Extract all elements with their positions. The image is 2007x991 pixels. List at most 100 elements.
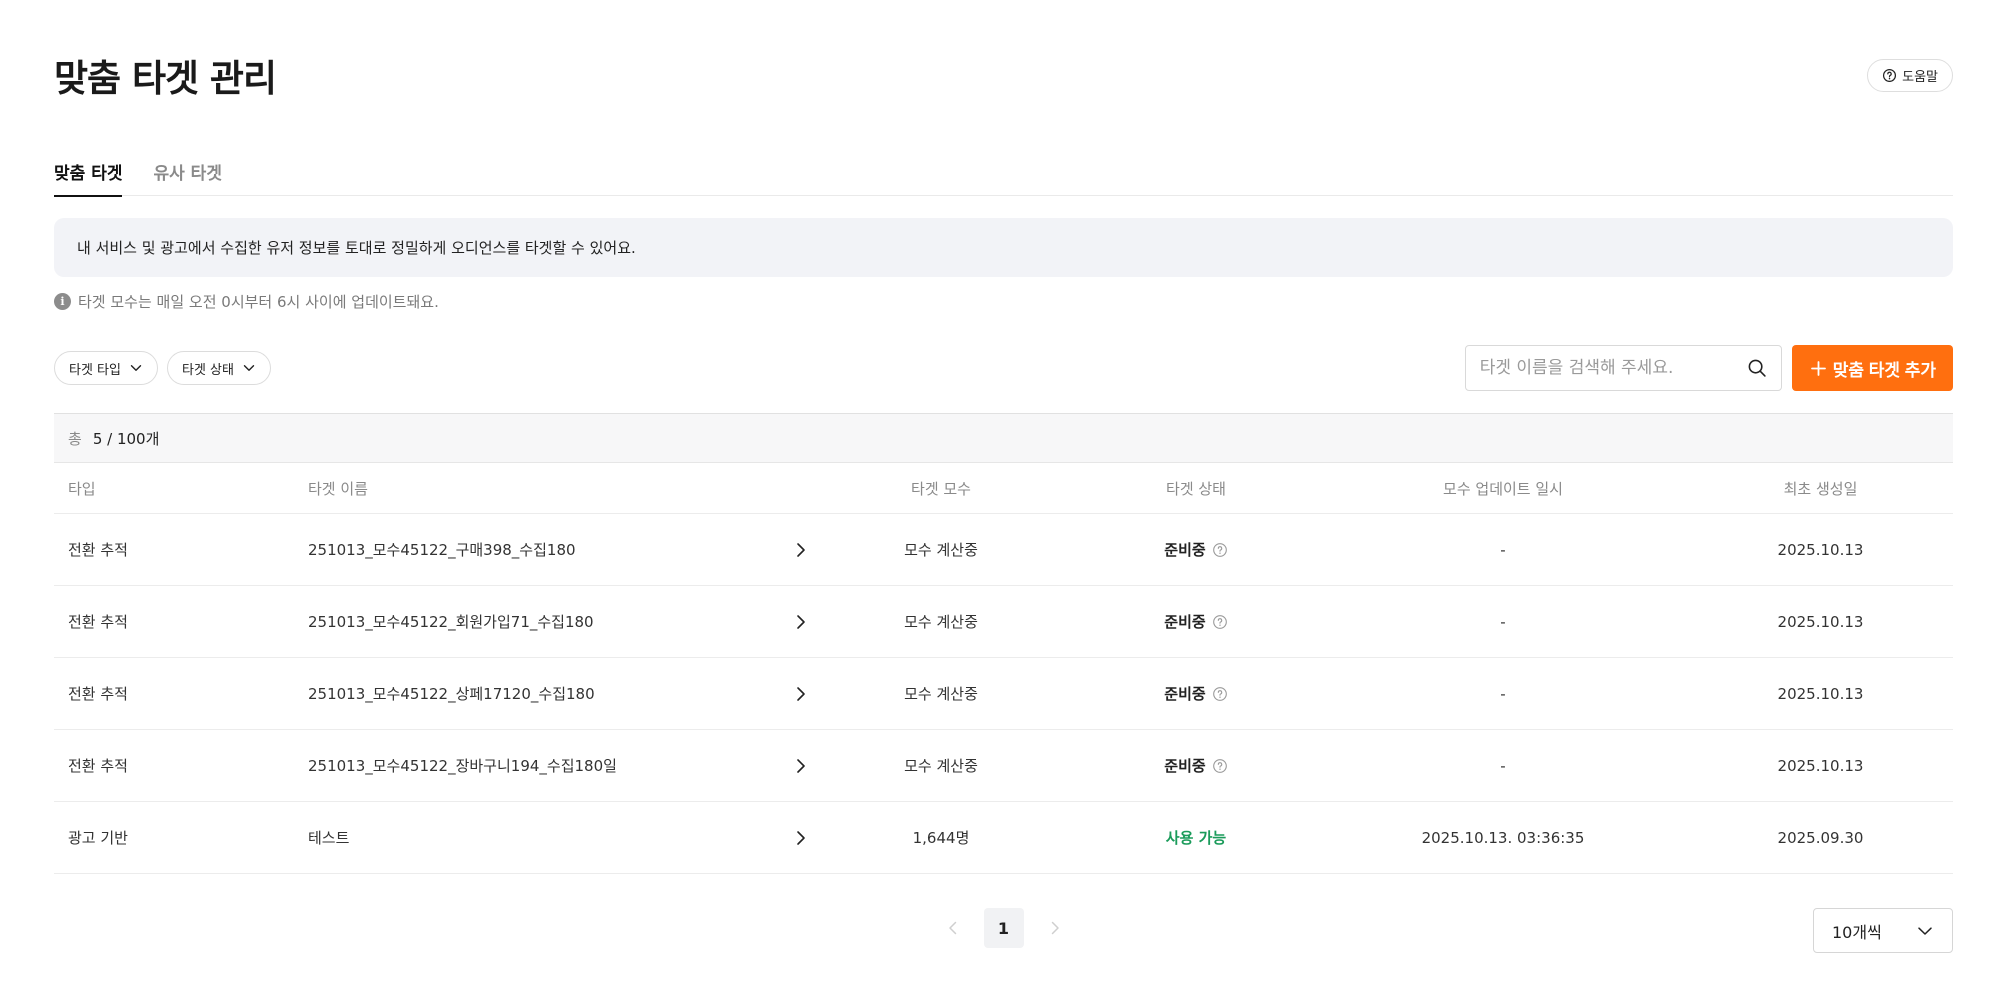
page-size-value: 10개씩 <box>1832 922 1882 942</box>
target-name: 251013_모수45122_장바구니194_수집180일 <box>308 757 617 775</box>
plus-icon <box>1810 360 1826 376</box>
info-line: i 타겟 모수는 매일 오전 0시부터 6시 사이에 업데이트돼요. <box>54 291 439 312</box>
question-circle-icon[interactable] <box>1212 686 1228 702</box>
cell-created: 2025.10.13 <box>1777 540 1864 559</box>
filter-label: 타겟 타입 <box>69 362 121 378</box>
cell-name[interactable]: 251013_모수45122_장바구니194_수집180일 <box>308 755 808 776</box>
cell-type: 광고 기반 <box>68 829 128 847</box>
filter-target-type[interactable]: 타겟 타입 <box>54 351 158 385</box>
count-prefix: 총 <box>68 429 82 448</box>
cell-status: 준비중 <box>1074 611 1318 632</box>
search-input[interactable] <box>1479 358 1747 378</box>
chevron-down-icon <box>130 365 142 371</box>
chevron-down-icon <box>243 365 255 371</box>
cell-updated: - <box>1500 540 1506 559</box>
filter-target-status[interactable]: 타겟 상태 <box>166 351 271 385</box>
cell-status: 준비중 <box>1074 755 1318 776</box>
page-header: 맞춤 타겟 관리 도움말 <box>54 48 1953 102</box>
header-name: 타겟 이름 <box>308 479 368 498</box>
header-updated: 모수 업데이트 일시 <box>1443 479 1563 498</box>
notice-text: 내 서비스 및 광고에서 수집한 유저 정보를 토대로 정밀하게 오디언스를 타… <box>77 239 636 257</box>
cell-updated: - <box>1500 684 1506 703</box>
count-value: 5 / 100개 <box>92 429 160 448</box>
right-tools: 맞춤 타겟 추가 <box>1464 345 1953 391</box>
cell-type: 전환 추적 <box>68 757 128 775</box>
chevron-right-icon[interactable] <box>794 828 808 848</box>
cell-name[interactable]: 테스트 <box>308 827 808 848</box>
cell-size: 모수 계산중 <box>904 685 978 703</box>
status-badge: 준비중 <box>1164 613 1206 631</box>
target-name: 251013_모수45122_상페17120_수집180 <box>308 685 595 703</box>
status-badge: 사용 가능 <box>1165 829 1227 847</box>
table-header-row: 타입 타겟 이름 타겟 모수 타겟 상태 모수 업데이트 일시 최초 생성일 <box>54 463 1953 514</box>
header-size: 타겟 모수 <box>911 479 971 498</box>
table-row[interactable]: 전환 추적 251013_모수45122_회원가입71_수집180 모수 계산중… <box>54 586 1953 658</box>
cell-type: 전환 추적 <box>68 541 128 559</box>
cell-updated: - <box>1500 612 1506 631</box>
cell-size: 모수 계산중 <box>904 757 978 775</box>
filter-group: 타겟 타입 타겟 상태 <box>54 351 271 385</box>
table-row[interactable]: 전환 추적 251013_모수45122_장바구니194_수집180일 모수 계… <box>54 730 1953 802</box>
chevron-right-icon[interactable] <box>794 612 808 632</box>
target-name: 251013_모수45122_회원가입71_수집180 <box>308 613 594 631</box>
table-row[interactable]: 광고 기반 테스트 1,644명 사용 가능 2025.10.13. 03:36… <box>54 802 1953 874</box>
status-badge: 준비중 <box>1164 685 1206 703</box>
cell-status: 준비중 <box>1074 539 1318 560</box>
add-button-label: 맞춤 타겟 추가 <box>1832 360 1936 380</box>
question-circle-icon[interactable] <box>1212 758 1228 774</box>
cell-type: 전환 추적 <box>68 613 128 631</box>
filter-label: 타겟 상태 <box>181 362 234 378</box>
cell-size: 모수 계산중 <box>904 541 978 559</box>
cell-size: 모수 계산중 <box>904 613 978 631</box>
target-name: 251013_모수45122_구매398_수집180 <box>308 541 576 559</box>
help-button[interactable]: 도움말 <box>1867 58 1953 92</box>
table-row[interactable]: 전환 추적 251013_모수45122_구매398_수집180 모수 계산중 … <box>54 514 1953 586</box>
question-circle-icon[interactable] <box>1212 614 1228 630</box>
cell-name[interactable]: 251013_모수45122_회원가입71_수집180 <box>308 611 808 632</box>
table-row[interactable]: 전환 추적 251013_모수45122_상페17120_수집180 모수 계산… <box>54 658 1953 730</box>
header-status: 타겟 상태 <box>1166 479 1226 498</box>
pagination: 1 <box>0 908 2007 948</box>
cell-created: 2025.10.13 <box>1777 756 1864 775</box>
chevron-right-icon[interactable] <box>794 684 808 704</box>
page-title: 맞춤 타겟 관리 <box>54 57 277 100</box>
chevron-left-icon[interactable] <box>946 919 960 937</box>
info-text: 타겟 모수는 매일 오전 0시부터 6시 사이에 업데이트돼요. <box>78 293 439 311</box>
chevron-right-icon[interactable] <box>794 540 808 560</box>
status-badge: 준비중 <box>1164 541 1206 559</box>
header-type: 타입 <box>68 479 96 498</box>
question-circle-icon[interactable] <box>1212 542 1228 558</box>
target-table: 타입 타겟 이름 타겟 모수 타겟 상태 모수 업데이트 일시 최초 생성일 전… <box>54 463 1953 874</box>
cell-status: 사용 가능 <box>1074 827 1318 848</box>
page-number[interactable]: 1 <box>983 908 1024 948</box>
question-circle-icon <box>1883 68 1897 82</box>
chevron-right-icon[interactable] <box>1048 919 1062 937</box>
cell-size: 1,644명 <box>912 829 970 847</box>
cell-name[interactable]: 251013_모수45122_구매398_수집180 <box>308 539 808 560</box>
tab-bar: 맞춤 타겟 유사 타겟 <box>54 155 1953 197</box>
help-label: 도움말 <box>1902 69 1938 85</box>
cell-updated: 2025.10.13. 03:36:35 <box>1421 828 1585 847</box>
cell-created: 2025.09.30 <box>1777 828 1864 847</box>
cell-updated: - <box>1500 756 1506 775</box>
tab-custom-target[interactable]: 맞춤 타겟 <box>54 155 123 197</box>
chevron-down-icon <box>1918 926 1932 935</box>
status-badge: 준비중 <box>1164 757 1206 775</box>
add-custom-target-button[interactable]: 맞춤 타겟 추가 <box>1791 345 1953 391</box>
search-box <box>1464 345 1782 391</box>
page-size-select[interactable]: 10개씩 <box>1813 908 1953 953</box>
header-created: 최초 생성일 <box>1783 479 1858 498</box>
page: 맞춤 타겟 관리 도움말 맞춤 타겟 유사 타겟 내 서비스 및 광고에서 수집… <box>0 0 2007 991</box>
search-icon[interactable] <box>1747 358 1767 378</box>
cell-created: 2025.10.13 <box>1777 684 1864 703</box>
count-bar: 총 5 / 100개 <box>54 413 1953 463</box>
cell-created: 2025.10.13 <box>1777 612 1864 631</box>
chevron-right-icon[interactable] <box>794 756 808 776</box>
cell-name[interactable]: 251013_모수45122_상페17120_수집180 <box>308 683 808 704</box>
toolbar: 타겟 타입 타겟 상태 맞춤 타겟 추가 <box>54 345 1953 391</box>
tab-lookalike-target[interactable]: 유사 타겟 <box>153 155 221 196</box>
cell-type: 전환 추적 <box>68 685 128 703</box>
target-name: 테스트 <box>308 829 350 847</box>
info-icon: i <box>54 293 71 310</box>
notice-banner: 내 서비스 및 광고에서 수집한 유저 정보를 토대로 정밀하게 오디언스를 타… <box>54 218 1953 277</box>
